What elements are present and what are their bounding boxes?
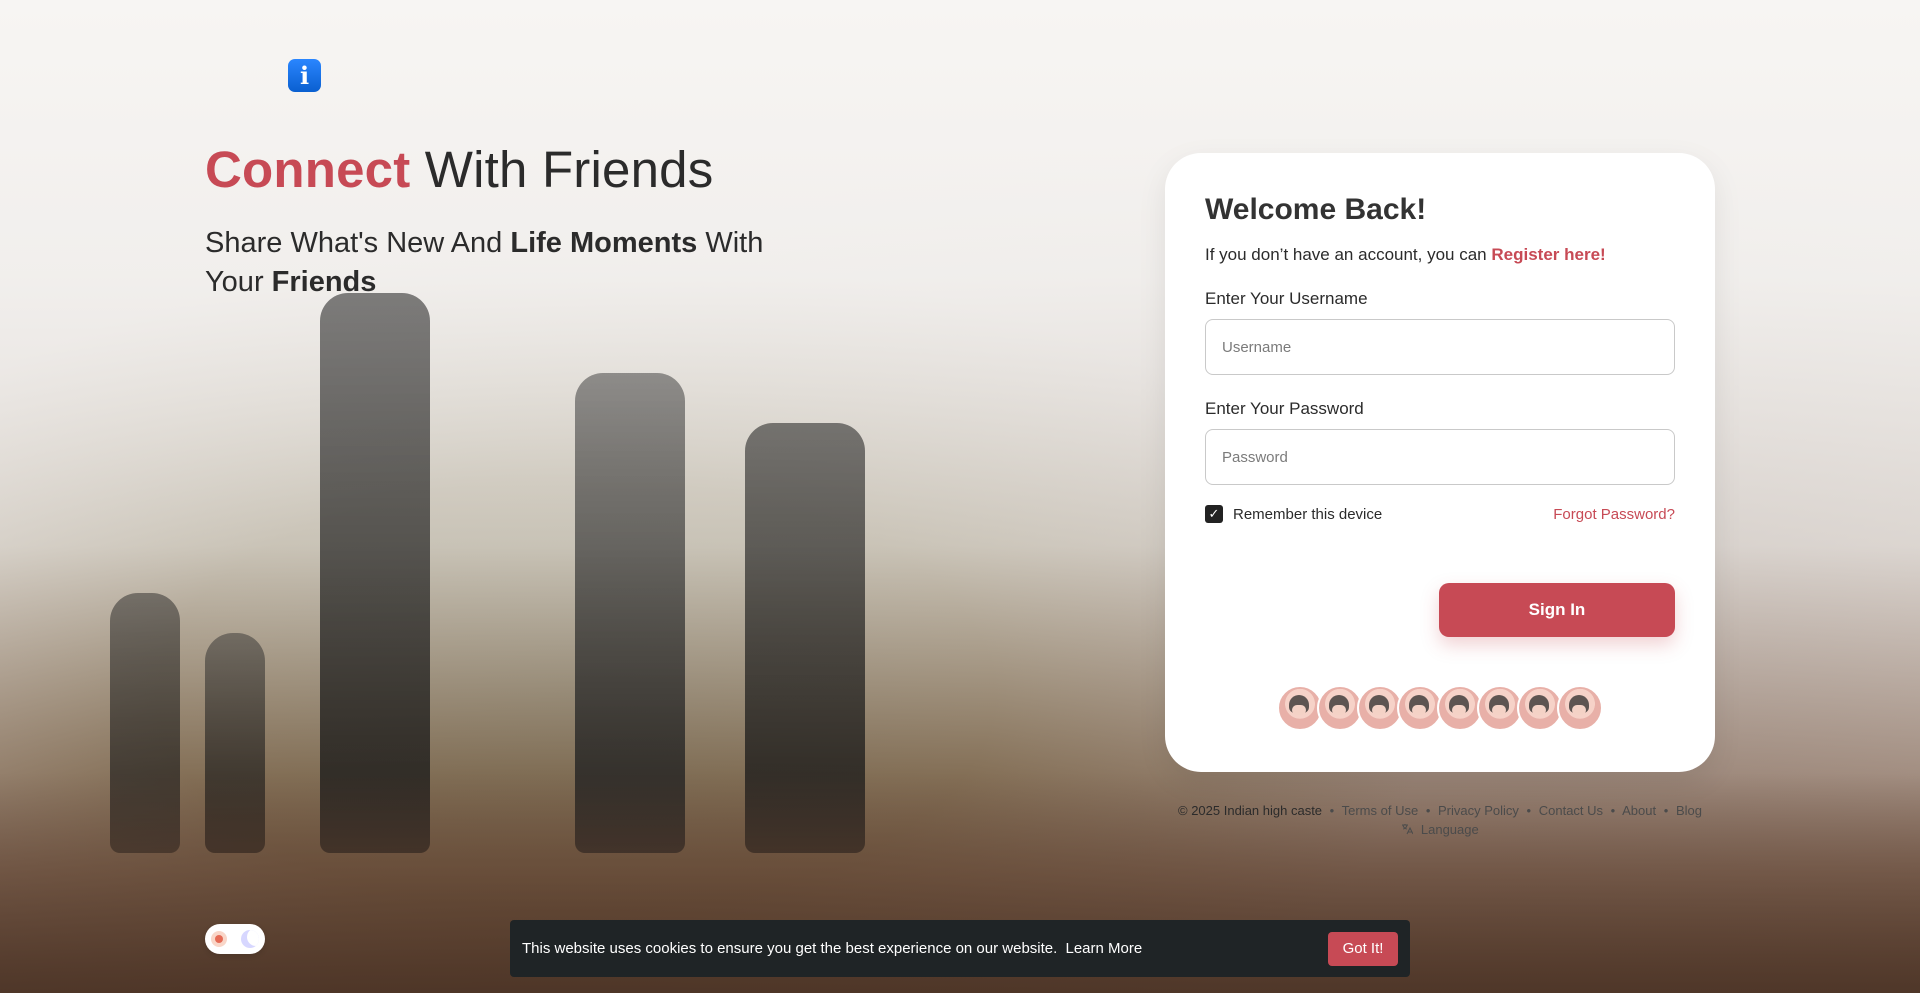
language-label: Language	[1420, 822, 1479, 837]
hero-subtitle-part3: Your	[205, 266, 272, 298]
footer-link-blog[interactable]: Blog	[1676, 803, 1702, 818]
hero-title: Connect With Friends	[205, 140, 905, 199]
remember-row: ✓ Remember this device Forgot Password?	[1205, 505, 1675, 523]
logo-letter: i	[299, 61, 310, 90]
translate-icon	[1402, 824, 1414, 835]
username-input[interactable]	[1220, 337, 1660, 357]
avatar-group	[1165, 685, 1715, 731]
cookie-text: This website uses cookies to ensure you …	[522, 940, 1328, 957]
username-label: Enter Your Username	[1205, 289, 1368, 308]
footer-separator: •	[1610, 803, 1616, 818]
footer-link-privacy[interactable]: Privacy Policy	[1438, 803, 1519, 818]
footer-link-about[interactable]: About	[1622, 803, 1656, 818]
login-card-inner: Welcome Back! If you don’t have an accou…	[1205, 193, 1675, 523]
footer: © 2025 Indian high caste • Terms of Use …	[1165, 801, 1715, 839]
cookie-message: This website uses cookies to ensure you …	[522, 940, 1058, 957]
remember-checkbox[interactable]: ✓	[1205, 505, 1223, 523]
footer-separator: •	[1329, 803, 1335, 818]
footer-link-contact[interactable]: Contact Us	[1539, 803, 1603, 818]
avatar	[1557, 685, 1603, 731]
register-line: If you don’t have an account, you can Re…	[1205, 245, 1675, 265]
register-prefix: If you don’t have an account, you can	[1205, 245, 1492, 264]
forgot-password-link[interactable]: Forgot Password?	[1553, 506, 1675, 523]
footer-separator: •	[1425, 803, 1431, 818]
username-field-wrapper	[1205, 319, 1675, 375]
cookie-learn-more-link[interactable]: Learn More	[1065, 940, 1142, 957]
cookie-accept-button[interactable]: Got It!	[1328, 931, 1398, 966]
cookie-banner: This website uses cookies to ensure you …	[510, 920, 1410, 977]
check-icon: ✓	[1208, 506, 1220, 521]
hero-title-rest: With Friends	[424, 141, 714, 198]
password-label: Enter Your Password	[1205, 399, 1364, 418]
footer-separator: •	[1526, 803, 1532, 818]
footer-copyright: © 2025 Indian high caste	[1178, 803, 1323, 818]
remember-checkbox-group[interactable]: ✓ Remember this device	[1205, 505, 1382, 523]
theme-toggle[interactable]	[205, 924, 265, 954]
sign-in-button[interactable]: Sign In	[1439, 583, 1675, 637]
hero-subtitle-bold1: Life Moments	[510, 227, 698, 259]
moon-icon	[241, 930, 259, 948]
remember-label: Remember this device	[1233, 505, 1383, 523]
register-link[interactable]: Register here!	[1491, 245, 1605, 264]
footer-separator: •	[1663, 803, 1669, 818]
background-person	[320, 293, 430, 853]
language-link[interactable]: Language	[1401, 822, 1479, 837]
hero-subtitle: Share What's New And Life Moments With Y…	[205, 224, 905, 302]
login-card: Welcome Back! If you don’t have an accou…	[1165, 153, 1715, 772]
password-input[interactable]	[1220, 447, 1660, 467]
hero-subtitle-part2: With	[697, 227, 764, 259]
password-field-wrapper	[1205, 429, 1675, 485]
sun-icon	[211, 931, 227, 947]
hero-subtitle-part1: Share What's New And	[205, 227, 511, 259]
hero-subtitle-bold2: Friends	[271, 266, 377, 298]
footer-link-terms[interactable]: Terms of Use	[1342, 803, 1419, 818]
hero-section: Connect With Friends Share What's New An…	[205, 140, 905, 302]
logo[interactable]: i	[288, 59, 321, 92]
hero-title-accent: Connect	[205, 141, 411, 198]
welcome-title: Welcome Back!	[1205, 193, 1427, 226]
